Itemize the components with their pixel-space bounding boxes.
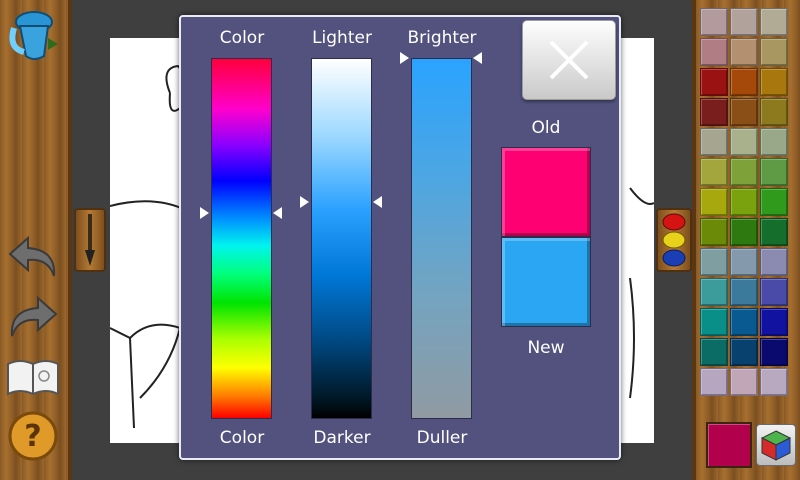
hue-slider-marker-right[interactable] — [273, 207, 282, 220]
palette-swatch[interactable] — [760, 38, 788, 66]
color-cube-icon — [760, 430, 792, 461]
book-icon[interactable] — [4, 356, 62, 400]
palette-swatch[interactable] — [760, 98, 788, 126]
old-color-swatch[interactable] — [501, 147, 591, 237]
color-picker-button[interactable] — [756, 424, 796, 466]
palette-swatch[interactable] — [700, 128, 728, 156]
color-picker-dialog: Color Lighter Brighter Color Darker Dull… — [179, 15, 621, 460]
paintbrush-icon — [85, 214, 95, 266]
hue-top-label: Color — [219, 28, 265, 48]
palette-swatch[interactable] — [760, 308, 788, 336]
palette-swatch[interactable] — [760, 368, 788, 396]
left-toolbar: ? — [0, 0, 72, 480]
palette-swatch[interactable] — [760, 68, 788, 96]
saturation-top-label: Brighter — [407, 28, 477, 48]
palette-swatch[interactable] — [730, 338, 758, 366]
palette-swatch[interactable] — [700, 368, 728, 396]
palette-icon — [662, 213, 686, 267]
palette-swatch[interactable] — [730, 188, 758, 216]
palette-swatch[interactable] — [730, 68, 758, 96]
palette-tab[interactable] — [656, 208, 692, 272]
palette-swatch[interactable] — [700, 278, 728, 306]
new-color-swatch[interactable] — [501, 237, 591, 327]
palette-swatch[interactable] — [760, 158, 788, 186]
close-button[interactable] — [522, 20, 616, 100]
palette-swatch[interactable] — [730, 278, 758, 306]
palette-swatch[interactable] — [700, 218, 728, 246]
close-icon — [549, 40, 589, 80]
lightness-slider-marker-left[interactable] — [300, 196, 309, 209]
palette-swatch[interactable] — [760, 248, 788, 276]
palette-swatch[interactable] — [760, 278, 788, 306]
old-color-label: Old — [531, 118, 561, 138]
swatch-grid — [700, 8, 792, 396]
palette-swatch[interactable] — [730, 8, 758, 36]
redo-icon[interactable] — [6, 292, 60, 344]
palette-swatch[interactable] — [760, 128, 788, 156]
palette-swatch[interactable] — [700, 98, 728, 126]
current-color-swatch[interactable] — [706, 422, 752, 468]
help-icon: ? — [8, 411, 58, 461]
palette-swatch[interactable] — [760, 8, 788, 36]
palette-swatch[interactable] — [700, 8, 728, 36]
palette-swatch[interactable] — [700, 188, 728, 216]
saturation-slider[interactable] — [411, 58, 472, 419]
palette-swatch[interactable] — [730, 128, 758, 156]
palette-swatch[interactable] — [760, 338, 788, 366]
palette-swatch[interactable] — [700, 308, 728, 336]
palette-swatch[interactable] — [700, 38, 728, 66]
palette-swatch[interactable] — [730, 98, 758, 126]
hue-bottom-label: Color — [219, 428, 265, 448]
palette-swatch[interactable] — [730, 218, 758, 246]
hue-slider[interactable] — [211, 58, 272, 419]
undo-icon[interactable] — [6, 232, 60, 284]
palette-swatch[interactable] — [700, 68, 728, 96]
help-button[interactable]: ? — [7, 410, 59, 462]
hue-slider-marker-left[interactable] — [200, 207, 209, 220]
palette-swatch[interactable] — [700, 338, 728, 366]
palette-swatch[interactable] — [760, 218, 788, 246]
palette-swatch[interactable] — [760, 188, 788, 216]
lightness-slider[interactable] — [311, 58, 372, 419]
saturation-slider-marker-left[interactable] — [400, 52, 409, 64]
saturation-bottom-label: Duller — [416, 428, 468, 448]
lightness-slider-marker-right[interactable] — [373, 196, 382, 209]
paint-bucket-icon[interactable] — [6, 8, 60, 66]
palette-swatch[interactable] — [730, 248, 758, 276]
palette-swatch[interactable] — [730, 368, 758, 396]
lightness-bottom-label: Darker — [313, 428, 371, 448]
palette-swatch[interactable] — [730, 158, 758, 186]
svg-text:?: ? — [24, 419, 41, 454]
palette-swatch[interactable] — [700, 248, 728, 276]
new-color-label: New — [527, 338, 565, 358]
lightness-top-label: Lighter — [312, 28, 372, 48]
palette-swatch[interactable] — [730, 38, 758, 66]
palette-swatch[interactable] — [730, 308, 758, 336]
palette-swatch[interactable] — [700, 158, 728, 186]
saturation-slider-marker-right[interactable] — [473, 52, 482, 64]
brush-tab[interactable] — [74, 208, 106, 272]
